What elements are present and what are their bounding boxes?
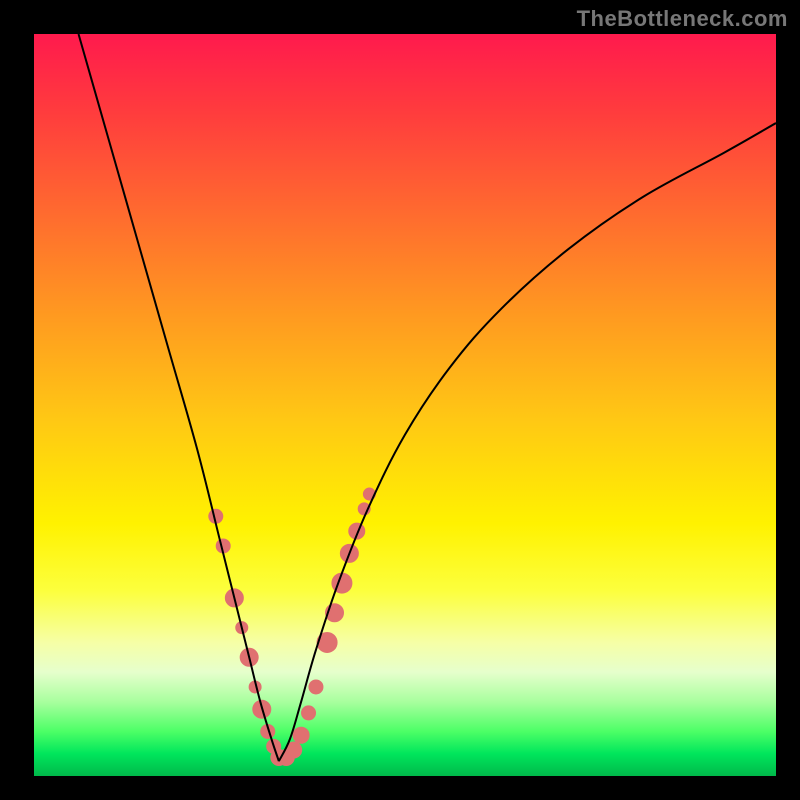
data-point-marker — [309, 680, 323, 694]
data-point-marker — [302, 706, 316, 720]
chart-svg — [34, 34, 776, 776]
curve-left-branch — [79, 34, 279, 761]
markers-group — [209, 488, 376, 765]
curve-right-branch — [279, 123, 776, 761]
data-point-marker — [293, 727, 309, 743]
chart-frame: TheBottleneck.com — [0, 0, 800, 800]
plot-area — [34, 34, 776, 776]
watermark-text: TheBottleneck.com — [577, 6, 788, 32]
